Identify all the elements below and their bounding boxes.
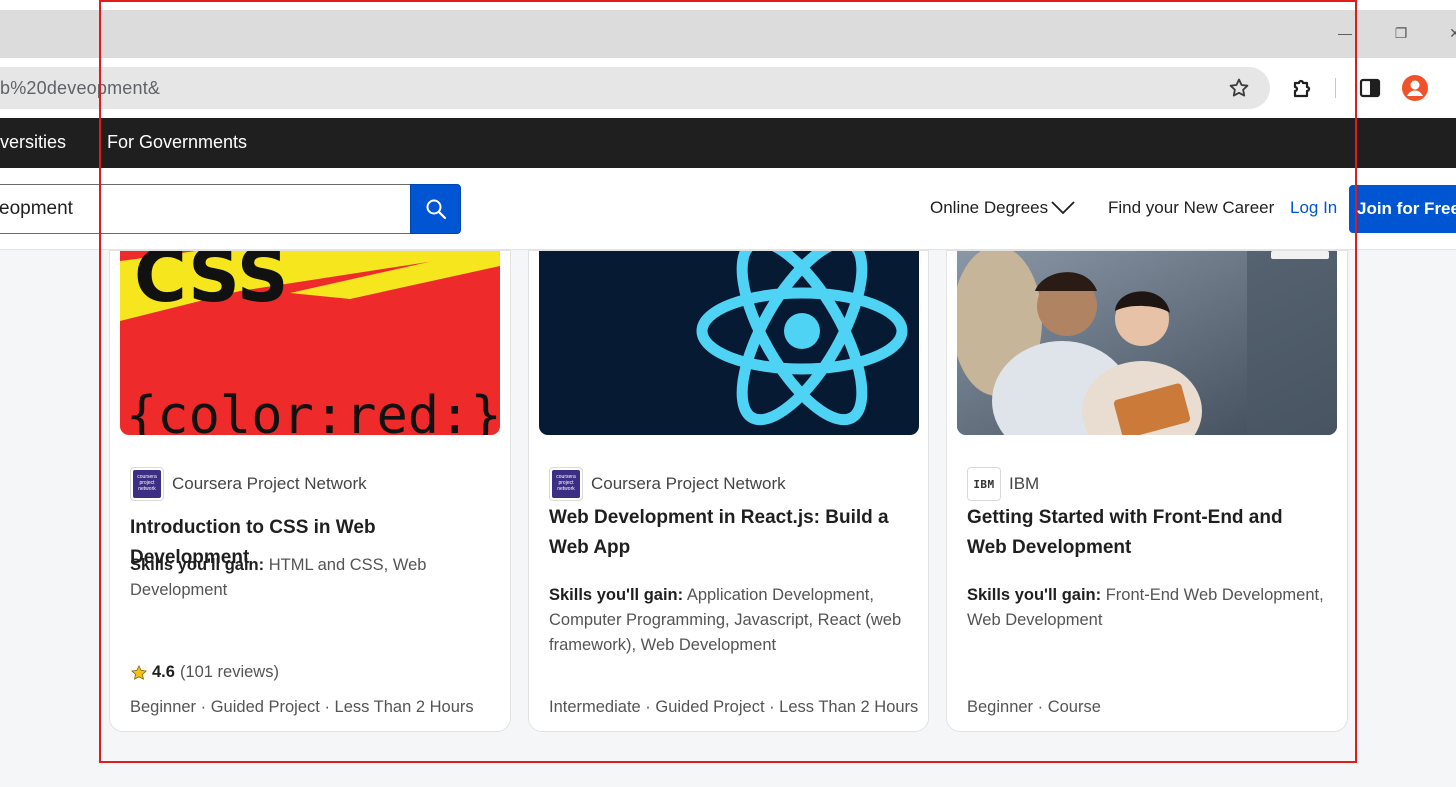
course-title[interactable]: Getting Started with Front-End and Web D…	[967, 503, 1327, 563]
course-title[interactable]: Web Development in React.js: Build a Web…	[549, 503, 909, 563]
search-input[interactable]: eopment	[0, 184, 411, 234]
site-header: eopment Online Degrees Find your New Car…	[0, 168, 1456, 250]
skills-text: Skills you'll gain: HTML and CSS, Web De…	[130, 553, 490, 603]
extensions-icon[interactable]	[1290, 75, 1316, 101]
site-top-nav: versities For Governments	[0, 118, 1456, 168]
course-card[interactable]: CSS {color:red:} coursera project network …	[109, 250, 511, 732]
address-bar[interactable]: b%20deveopment&	[0, 67, 1270, 109]
profile-avatar-icon[interactable]	[1401, 74, 1429, 102]
online-degrees-menu[interactable]: Online Degrees	[930, 198, 1048, 218]
partner-row: IBM IBM	[967, 467, 1039, 501]
course-card[interactable]: IBM IBM Getting Started with Front-End a…	[946, 250, 1348, 732]
course-meta: Beginner · Guided Project · Less Than 2 …	[130, 698, 474, 716]
star-rating-icon	[131, 664, 147, 680]
restore-button[interactable]: ❐	[1386, 20, 1416, 46]
course-meta: Intermediate · Guided Project · Less Tha…	[549, 698, 919, 716]
react-course-image	[539, 251, 919, 435]
chevron-down-icon[interactable]	[1050, 198, 1076, 221]
search-input-value[interactable]: eopment	[0, 198, 73, 220]
address-bar-url[interactable]: b%20deveopment&	[0, 78, 160, 99]
star-icon[interactable]	[1227, 76, 1251, 100]
topnav-universities-link[interactable]: versities	[0, 132, 66, 153]
partner-row: coursera project network Coursera Project …	[549, 467, 786, 501]
skills-text: Skills you'll gain: Application Developm…	[549, 583, 909, 658]
coursera-project-network-logo: coursera project network	[130, 467, 164, 501]
svg-text:CSS: CSS	[134, 251, 289, 318]
rating-row: 4.6 (101 reviews)	[130, 663, 279, 682]
coursera-project-network-logo: coursera project network	[549, 467, 583, 501]
partner-name: Coursera Project Network	[591, 474, 786, 493]
topnav-governments-link[interactable]: For Governments	[107, 132, 247, 153]
course-card[interactable]: coursera project network Coursera Project …	[528, 250, 929, 732]
tabstrip-background	[0, 10, 1456, 58]
front-end-course-image	[957, 251, 1337, 435]
browser-tabstrip: — ❐ ✕	[0, 0, 1456, 58]
find-career-link[interactable]: Find your New Career	[1108, 198, 1274, 218]
join-for-free-button[interactable]: Join for Free	[1349, 185, 1456, 233]
browser-toolbar: b%20deveopment&	[0, 58, 1456, 118]
search-icon	[426, 199, 446, 220]
ibm-logo: IBM	[967, 467, 1001, 501]
review-count: (101 reviews)	[179, 663, 279, 681]
search-button[interactable]	[410, 184, 461, 234]
rating-value: 4.6	[152, 663, 175, 681]
partner-row: coursera project network Coursera Project …	[130, 467, 367, 501]
minimize-button[interactable]: —	[1330, 20, 1360, 46]
skills-text: Skills you'll gain: Front-End Web Develo…	[967, 583, 1327, 633]
login-link[interactable]: Log In	[1290, 198, 1337, 218]
partner-name: IBM	[1009, 474, 1040, 493]
course-meta: Beginner · Course	[967, 698, 1101, 716]
side-panel-icon[interactable]	[1357, 75, 1383, 101]
svg-text:{color:red:}: {color:red:}	[126, 386, 500, 435]
skills-label: Skills you'll gain:	[967, 586, 1102, 604]
skills-label: Skills you'll gain:	[130, 556, 265, 574]
css-course-image: CSS {color:red:}	[120, 251, 500, 435]
toolbar-separator	[1335, 78, 1336, 98]
close-window-button[interactable]: ✕	[1440, 20, 1456, 46]
skills-label: Skills you'll gain:	[549, 586, 684, 604]
partner-name: Coursera Project Network	[172, 474, 367, 493]
